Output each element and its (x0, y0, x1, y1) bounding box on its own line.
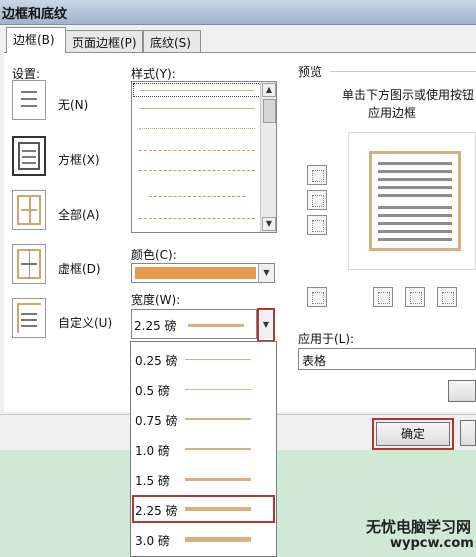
setting-all[interactable]: 全部(A) (12, 190, 122, 232)
apply-to-dropdown[interactable]: 表格 (298, 348, 476, 370)
setting-none-label: 无(N) (58, 98, 89, 112)
width-option-label: 0.25 磅 (135, 354, 178, 368)
scroll-up-arrow-icon[interactable]: ▲ (262, 83, 276, 97)
width-option-label: 0.75 磅 (135, 414, 178, 428)
preview-hint-line1: 单击下方图示或使用按钮 (342, 88, 475, 102)
width-heading: 宽度(W): (131, 293, 181, 307)
apply-to-value: 表格 (302, 354, 327, 368)
setting-box-label: 方框(X) (58, 153, 100, 167)
ok-button-highlight: 确定 (372, 418, 454, 450)
setting-custom-icon (12, 298, 46, 338)
preview-table-outline (369, 151, 461, 251)
setting-grid-label: 虚框(D) (58, 262, 101, 276)
scroll-down-arrow-icon[interactable]: ▼ (262, 217, 276, 231)
style-option-selected[interactable] (133, 83, 261, 97)
setting-box[interactable]: 方框(X) (12, 136, 122, 178)
width-option-label: 3.0 磅 (135, 534, 170, 548)
preview-heading: 预览 (298, 65, 323, 79)
ok-button-label: 确定 (400, 427, 425, 441)
width-option-label: 2.25 磅 (135, 504, 178, 518)
width-option-1[interactable]: 0.5 磅 (131, 374, 276, 404)
window-title: 边框和底纹 (2, 7, 68, 22)
width-option-6[interactable]: 3.0 磅 (131, 524, 276, 554)
style-heading: 样式(Y): (131, 67, 176, 81)
setting-custom-label: 自定义(U) (58, 316, 113, 330)
width-option-4[interactable]: 1.5 磅 (131, 464, 276, 494)
width-dropdown[interactable]: 2.25 磅 (131, 309, 257, 339)
setting-all-icon (12, 190, 46, 230)
width-value-sample-line (188, 324, 244, 327)
width-option-sample-line (185, 389, 251, 390)
setting-box-icon (12, 136, 46, 176)
top-border-button-icon[interactable] (307, 165, 327, 185)
width-option-sample-line (185, 359, 251, 360)
tab-borders[interactable]: 边框(B) (6, 27, 66, 53)
tab-page-border-label: 页面边框(P) (72, 36, 137, 50)
tab-page-border[interactable]: 页面边框(P) (65, 30, 143, 52)
setting-none[interactable]: 无(N) (12, 80, 122, 122)
setting-all-label: 全部(A) (58, 208, 100, 222)
width-option-sample-line (185, 537, 251, 542)
bottom-border-button-icon[interactable] (307, 215, 327, 235)
watermark-url: wypcw.com (390, 536, 474, 551)
color-swatch (135, 267, 256, 279)
tab-shading-label: 底纹(S) (150, 36, 191, 50)
chevron-down-icon: ▼ (260, 311, 272, 339)
right-border-button-icon[interactable] (437, 287, 457, 307)
scroll-thumb[interactable] (263, 99, 276, 123)
inside-vertical-border-button-icon[interactable] (405, 287, 425, 307)
style-scrollbar[interactable]: ▲ ▼ (260, 82, 276, 232)
left-border-button-icon[interactable] (373, 287, 393, 307)
width-options-list[interactable]: 0.25 磅 0.5 磅 0.75 磅 1.0 磅 1.5 磅 2.25 磅 3.0 磅 (130, 341, 277, 557)
diagonal-border-button-icon[interactable] (307, 287, 327, 307)
width-option-label: 1.0 磅 (135, 444, 170, 458)
preview-group-line (330, 71, 476, 72)
setting-none-icon (12, 80, 46, 120)
width-option-3[interactable]: 1.0 磅 (131, 434, 276, 464)
style-option-dotted[interactable] (133, 120, 261, 138)
width-value: 2.25 磅 (134, 319, 177, 333)
setting-grid[interactable]: 虚框(D) (12, 244, 122, 286)
ok-button[interactable]: 确定 (376, 422, 450, 446)
tab-shading[interactable]: 底纹(S) (143, 30, 201, 52)
width-option-2[interactable]: 0.75 磅 (131, 404, 276, 434)
preview-text-lines (372, 154, 458, 248)
preview-hint-line2: 应用边框 (368, 106, 417, 120)
chevron-down-icon[interactable]: ▼ (258, 264, 274, 282)
watermark-title: 无忧电脑学习网 (366, 518, 472, 536)
width-option-5[interactable]: 2.25 磅 (131, 494, 276, 524)
setting-grid-icon (12, 244, 46, 284)
width-option-label: 1.5 磅 (135, 474, 170, 488)
width-option-0[interactable]: 0.25 磅 (131, 344, 276, 374)
inside-horizontal-border-button-icon[interactable] (307, 190, 327, 210)
setting-custom[interactable]: 自定义(U) (12, 298, 122, 340)
cancel-button[interactable] (460, 420, 476, 446)
width-option-sample-line (185, 418, 251, 420)
title-bar[interactable]: 边框和底纹 (0, 0, 476, 25)
tab-borders-label: 边框(B) (13, 33, 55, 47)
style-option-dashed[interactable] (133, 162, 261, 180)
style-option-dash-dot[interactable] (133, 142, 261, 160)
apply-to-heading: 应用于(L): (298, 332, 355, 346)
options-button[interactable] (448, 380, 476, 402)
color-heading: 颜色(C): (131, 248, 177, 262)
preview-area[interactable] (348, 132, 476, 270)
style-option-long-dash[interactable] (133, 210, 261, 228)
width-option-sample-line (185, 478, 251, 481)
width-option-sample-line (185, 448, 251, 450)
width-option-label: 0.5 磅 (135, 384, 170, 398)
style-option-short-dash[interactable] (133, 188, 261, 206)
color-dropdown[interactable]: ▼ (131, 263, 275, 283)
style-option-solid[interactable] (133, 100, 261, 118)
width-dropdown-button[interactable]: ▼ (257, 308, 275, 342)
style-listbox[interactable]: ▲ ▼ (131, 81, 277, 233)
width-option-sample-line (185, 507, 251, 511)
